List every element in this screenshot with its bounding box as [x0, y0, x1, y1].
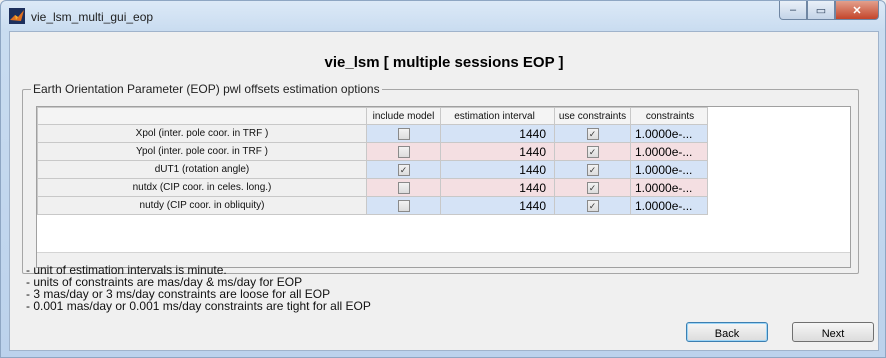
use-constraints-checkbox[interactable]: ✓ — [586, 181, 599, 194]
minimize-button[interactable]: – — [779, 1, 807, 20]
include-model-cell — [366, 196, 441, 215]
constraints-cell[interactable]: 1.0000e-... — [630, 160, 708, 179]
include-model-checkbox[interactable] — [397, 199, 410, 212]
use-constraints-cell: ✓ — [554, 196, 631, 215]
estimation-interval-cell[interactable]: 1440 — [440, 160, 555, 179]
include-model-cell — [366, 124, 441, 143]
notes: - unit of estimation intervals is minute… — [26, 264, 371, 312]
panel-legend: Earth Orientation Parameter (EOP) pwl of… — [33, 82, 380, 96]
constraints-cell[interactable]: 1.0000e-... — [630, 178, 708, 197]
include-model-checkbox[interactable] — [397, 127, 410, 140]
use-constraints-checkbox[interactable]: ✓ — [586, 163, 599, 176]
col-header-estimation-interval[interactable]: estimation interval — [440, 107, 555, 125]
use-constraints-checkbox[interactable]: ✓ — [586, 127, 599, 140]
note-line: - 0.001 mas/day or 0.001 ms/day constrai… — [26, 299, 371, 313]
table-row: nutdy (CIP coor. in obliquity) 1440 ✓ 1.000… — [37, 196, 708, 215]
col-header-constraints[interactable]: constraints — [630, 107, 708, 125]
eop-options-panel: Earth Orientation Parameter (EOP) pwl of… — [22, 82, 859, 274]
use-constraints-cell: ✓ — [554, 178, 631, 197]
constraints-cell[interactable]: 1.0000e-... — [630, 124, 708, 143]
estimation-interval-cell[interactable]: 1440 — [440, 196, 555, 215]
estimation-interval-cell[interactable]: 1440 — [440, 124, 555, 143]
row-label: dUT1 (rotation angle) — [37, 160, 367, 179]
app-window: vie_lsm_multi_gui_eop – ▭ ✕ vie_lsm [ mu… — [0, 0, 886, 358]
include-model-checkbox[interactable] — [397, 145, 410, 158]
use-constraints-checkbox[interactable]: ✓ — [586, 199, 599, 212]
row-label: nutdx (CIP coor. in celes. long.) — [37, 178, 367, 197]
estimation-interval-cell[interactable]: 1440 — [440, 178, 555, 197]
table-row: Ypol (inter. pole coor. in TRF ) 1440 ✓ 1.0… — [37, 142, 708, 161]
back-button[interactable]: Back — [686, 322, 768, 342]
table-row: nutdx (CIP coor. in celes. long.) 1440 ✓ 1.… — [37, 178, 708, 197]
title-bar[interactable]: vie_lsm_multi_gui_eop – ▭ ✕ — [1, 1, 885, 31]
constraints-cell[interactable]: 1.0000e-... — [630, 196, 708, 215]
maximize-button[interactable]: ▭ — [807, 1, 835, 20]
close-button[interactable]: ✕ — [835, 1, 879, 20]
use-constraints-cell: ✓ — [554, 160, 631, 179]
row-label: Ypol (inter. pole coor. in TRF ) — [37, 142, 367, 161]
matlab-icon — [9, 8, 25, 24]
constraints-cell[interactable]: 1.0000e-... — [630, 142, 708, 161]
table-corner — [37, 107, 367, 125]
include-model-cell: ✓ — [366, 160, 441, 179]
use-constraints-cell: ✓ — [554, 142, 631, 161]
use-constraints-checkbox[interactable]: ✓ — [586, 145, 599, 158]
use-constraints-cell: ✓ — [554, 124, 631, 143]
page-title: vie_lsm [ multiple sessions EOP ] — [324, 54, 564, 71]
include-model-cell — [366, 142, 441, 161]
eop-table: include model estimation interval use co… — [36, 106, 851, 268]
client-area: vie_lsm [ multiple sessions EOP ] Earth … — [9, 31, 879, 351]
include-model-checkbox[interactable] — [397, 181, 410, 194]
estimation-interval-cell[interactable]: 1440 — [440, 142, 555, 161]
row-label: Xpol (inter. pole coor. in TRF ) — [37, 124, 367, 143]
eop-grid: include model estimation interval use co… — [37, 107, 708, 215]
row-label: nutdy (CIP coor. in obliquity) — [37, 196, 367, 215]
next-button[interactable]: Next — [792, 322, 874, 342]
window-title: vie_lsm_multi_gui_eop — [31, 10, 154, 24]
table-row: dUT1 (rotation angle) ✓ 1440 ✓ 1.0000e-... — [37, 160, 708, 179]
include-model-checkbox[interactable]: ✓ — [397, 163, 410, 176]
include-model-cell — [366, 178, 441, 197]
table-row: Xpol (inter. pole coor. in TRF ) 1440 ✓ 1.0… — [37, 124, 708, 143]
col-header-include-model[interactable]: include model — [366, 107, 441, 125]
col-header-use-constraints[interactable]: use constraints — [554, 107, 631, 125]
